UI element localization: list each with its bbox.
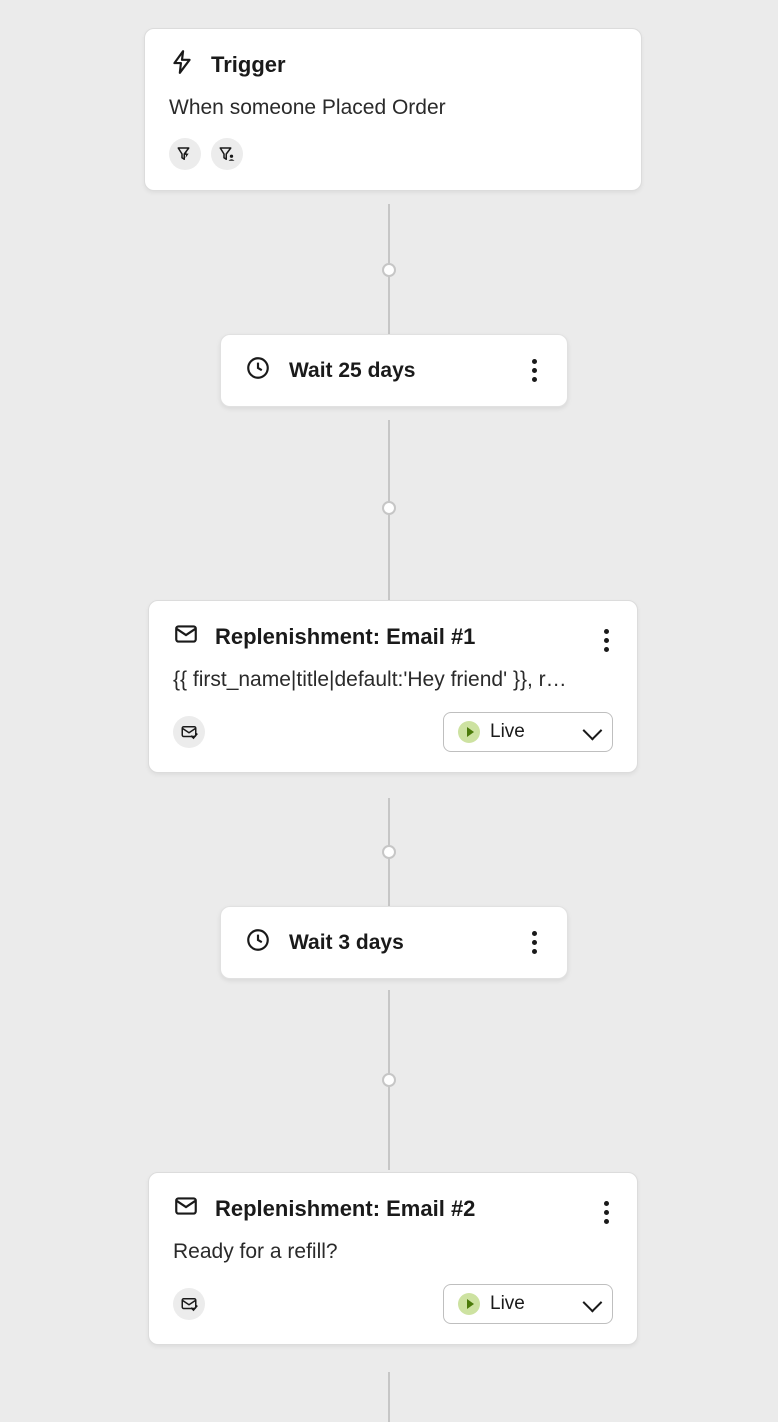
mail-icon xyxy=(173,621,199,652)
flow-add-node[interactable] xyxy=(382,845,396,859)
trigger-card[interactable]: Trigger When someone Placed Order xyxy=(144,28,642,191)
more-menu[interactable] xyxy=(526,925,543,960)
more-menu[interactable] xyxy=(526,353,543,388)
email-step-card[interactable]: Replenishment: Email #2 Ready for a refi… xyxy=(148,1172,638,1345)
flow-add-node[interactable] xyxy=(382,501,396,515)
play-icon xyxy=(458,1293,480,1315)
more-menu[interactable] xyxy=(598,623,615,658)
email-title: Replenishment: Email #1 xyxy=(215,624,475,650)
chevron-down-icon xyxy=(583,1293,603,1313)
mail-icon xyxy=(173,1193,199,1224)
email-step-card[interactable]: Replenishment: Email #1 {{ first_name|ti… xyxy=(148,600,638,773)
wait-label: Wait 3 days xyxy=(289,931,508,955)
chevron-down-icon xyxy=(583,721,603,741)
lightning-icon xyxy=(169,49,195,80)
wait-step-card[interactable]: Wait 3 days xyxy=(220,906,568,979)
clock-icon xyxy=(245,927,271,958)
email-preview: Ready for a refill? xyxy=(173,1240,613,1264)
status-dropdown[interactable]: Live xyxy=(443,712,613,752)
status-dropdown[interactable]: Live xyxy=(443,1284,613,1324)
trigger-description: When someone Placed Order xyxy=(169,96,617,120)
status-label: Live xyxy=(490,721,525,743)
wait-step-card[interactable]: Wait 25 days xyxy=(220,334,568,407)
status-label: Live xyxy=(490,1293,525,1315)
mail-check-icon[interactable] xyxy=(173,1288,205,1320)
clock-icon xyxy=(245,355,271,386)
play-icon xyxy=(458,721,480,743)
filter-person-icon[interactable] xyxy=(211,138,243,170)
email-preview: {{ first_name|title|default:'Hey friend'… xyxy=(173,668,613,692)
mail-check-icon[interactable] xyxy=(173,716,205,748)
flow-add-node[interactable] xyxy=(382,1073,396,1087)
email-title: Replenishment: Email #2 xyxy=(215,1196,475,1222)
more-menu[interactable] xyxy=(598,1195,615,1230)
connector xyxy=(388,1372,390,1422)
wait-label: Wait 25 days xyxy=(289,359,508,383)
trigger-title: Trigger xyxy=(211,52,286,78)
filter-lightning-icon[interactable] xyxy=(169,138,201,170)
flow-add-node[interactable] xyxy=(382,263,396,277)
